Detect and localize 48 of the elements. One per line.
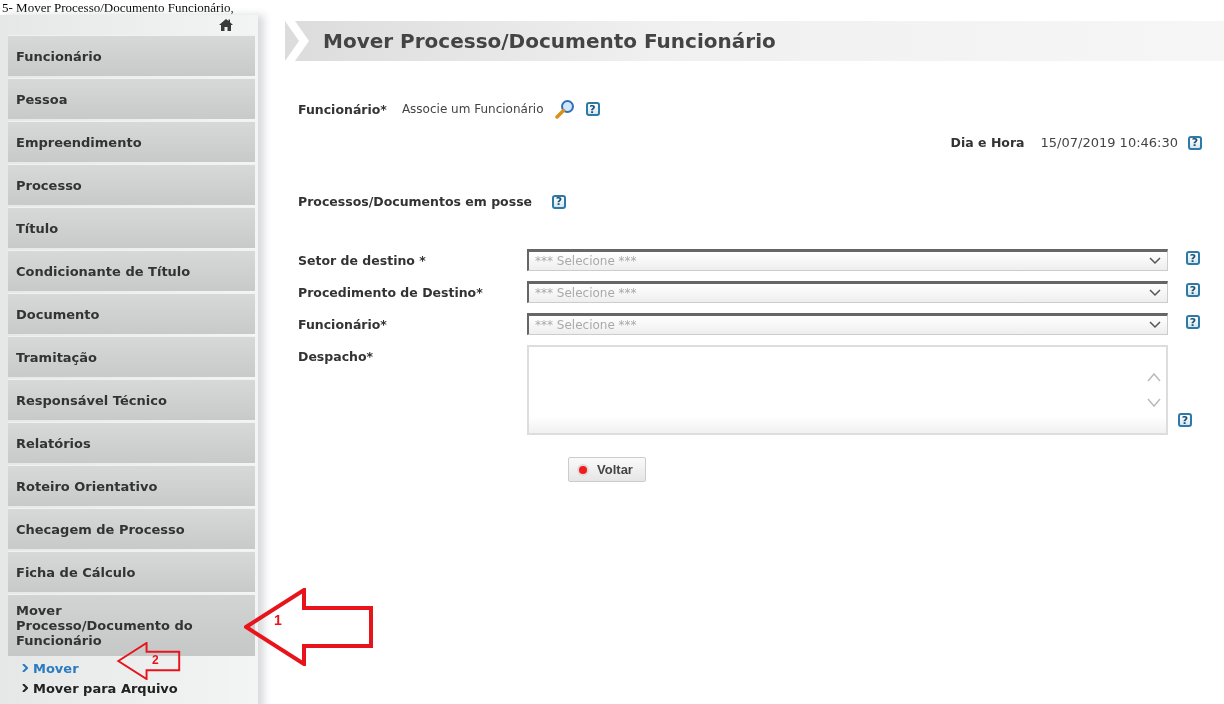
search-icon[interactable] bbox=[554, 99, 575, 119]
help-icon[interactable]: ? bbox=[585, 102, 600, 116]
help-icon[interactable]: ? bbox=[1178, 413, 1192, 427]
caret-icon bbox=[1149, 257, 1161, 265]
sidebar-item[interactable]: Processo bbox=[8, 164, 255, 205]
sidebar-item[interactable]: Checagem de Processo bbox=[8, 508, 255, 549]
field-label: Procedimento de Destino* bbox=[298, 284, 484, 300]
field-label: Dia e Hora bbox=[950, 135, 1025, 150]
sidebar-item[interactable]: Empreendimento bbox=[8, 121, 255, 162]
annotation-number: 1 bbox=[274, 612, 282, 628]
sidebar-item[interactable]: Pessoa bbox=[8, 78, 255, 119]
sidebar-item[interactable]: Ficha de Cálculo bbox=[8, 551, 255, 592]
field-value: Associe um Funcionário bbox=[401, 102, 544, 116]
section-label: Processos/Documentos em posse bbox=[298, 194, 533, 209]
sidebar-item[interactable]: Título bbox=[8, 207, 255, 248]
sidebar-item[interactable]: Mover Processo/Documento do Funcionário bbox=[8, 594, 255, 656]
field-value: 15/07/2019 10:46:30 bbox=[1040, 135, 1178, 150]
sidebar-item[interactable]: Roteiro Orientativo bbox=[8, 465, 255, 506]
help-icon[interactable]: ? bbox=[1186, 251, 1200, 265]
field-label: Setor de destino * bbox=[298, 252, 427, 268]
help-icon[interactable]: ? bbox=[1188, 135, 1202, 150]
help-icon[interactable]: ? bbox=[552, 194, 567, 209]
help-icon[interactable]: ? bbox=[1186, 283, 1200, 297]
sidebar-item[interactable]: Condicionante de Título bbox=[8, 250, 255, 291]
submenu-item[interactable]: Mover para Arquivo bbox=[8, 678, 180, 698]
chevron-icon bbox=[22, 664, 28, 672]
sidebar-item[interactable]: Documento bbox=[8, 293, 255, 334]
submenu-item[interactable]: Mover bbox=[8, 658, 81, 678]
sidebar-item[interactable]: Tramitação bbox=[8, 336, 255, 377]
field-label: Despacho* bbox=[298, 348, 375, 364]
sidebar-item[interactable]: Relatórios bbox=[8, 422, 255, 463]
caret-icon bbox=[1149, 289, 1161, 297]
field-label: Funcionário* bbox=[298, 316, 388, 332]
chevron-icon bbox=[285, 21, 309, 61]
back-button[interactable]: Voltar bbox=[568, 457, 646, 482]
scroll-down-icon[interactable] bbox=[1147, 398, 1161, 408]
chevron-icon bbox=[22, 684, 28, 692]
sidebar-item[interactable]: Responsável Técnico bbox=[8, 379, 255, 420]
sidebar-item[interactable]: Funcionário bbox=[8, 35, 255, 76]
caret-icon bbox=[1149, 321, 1161, 329]
annotation-number: 2 bbox=[152, 653, 159, 667]
help-icon[interactable]: ? bbox=[1186, 315, 1200, 329]
field-label: Funcionário* bbox=[298, 101, 387, 117]
home-icon[interactable] bbox=[219, 18, 233, 32]
page-title: Mover Processo/Documento Funcionário bbox=[323, 29, 776, 53]
scroll-up-icon[interactable] bbox=[1147, 372, 1161, 382]
document-heading: 5- Mover Processo/Documento Funcionário, bbox=[1, 0, 235, 15]
text-area[interactable] bbox=[527, 345, 1168, 435]
